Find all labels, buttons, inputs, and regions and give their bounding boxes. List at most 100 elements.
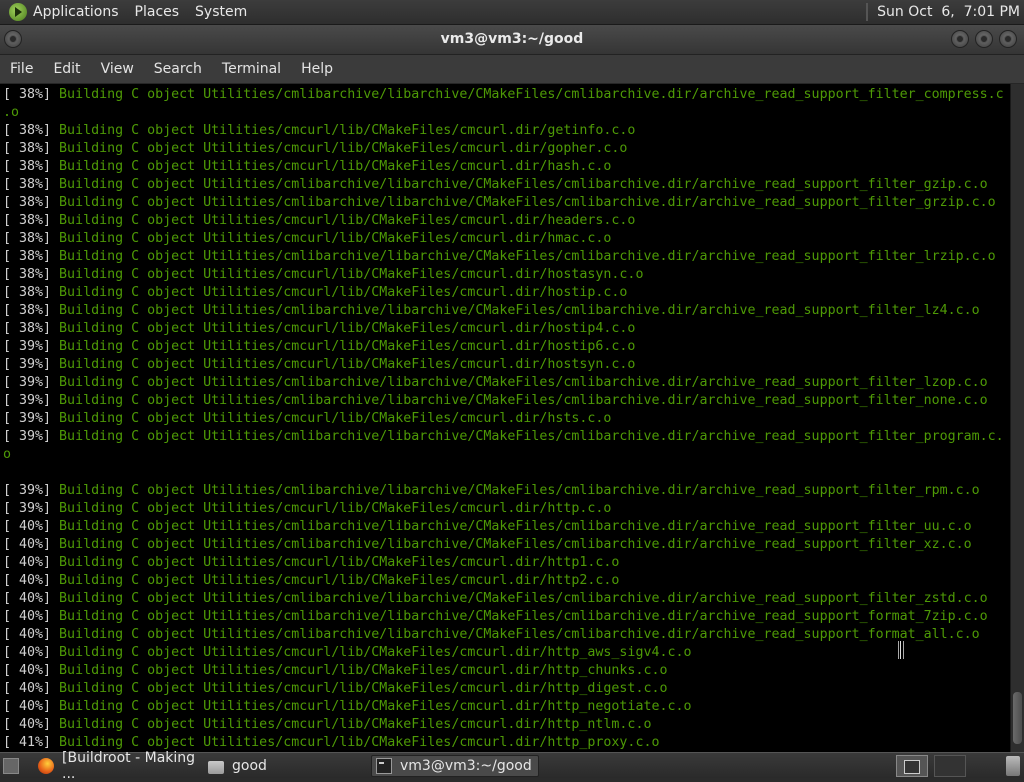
firefox-icon — [38, 758, 54, 774]
show-desktop-button[interactable] — [3, 755, 25, 777]
terminal-output[interactable]: [ 38%] Building C object Utilities/cmlib… — [0, 84, 1010, 752]
terminal-line: [ 40%] Building C object Utilities/cmcur… — [3, 554, 1010, 572]
window-titlebar[interactable]: vm3@vm3:~/good — [0, 25, 1024, 55]
build-percent: [ 38%] — [3, 87, 52, 102]
menu-terminal[interactable]: Terminal — [222, 61, 281, 77]
workspace-1[interactable] — [896, 755, 928, 777]
menu-system[interactable]: System — [195, 4, 247, 20]
build-percent: [ 39%] — [3, 375, 52, 390]
build-percent: [ 38%] — [3, 195, 52, 210]
workspace-2[interactable] — [934, 755, 966, 777]
menu-edit[interactable]: Edit — [53, 61, 80, 77]
line-continuation: .o — [3, 105, 20, 120]
terminal-line: [ 38%] Building C object Utilities/cmlib… — [3, 86, 1010, 104]
build-percent: [ 38%] — [3, 303, 52, 318]
build-percent: [ 39%] — [3, 411, 52, 426]
build-message: Building C object Utilities/cmcurl/lib/C… — [51, 357, 636, 372]
terminal-line: [ 38%] Building C object Utilities/cmcur… — [3, 212, 1010, 230]
trash-icon[interactable] — [1006, 756, 1020, 776]
terminal-line: [ 40%] Building C object Utilities/cmcur… — [3, 680, 1010, 698]
menu-search[interactable]: Search — [154, 61, 202, 77]
terminal-line: [ 40%] Building C object Utilities/cmcur… — [3, 644, 1010, 662]
build-percent: [ 39%] — [3, 429, 52, 444]
terminal-line: [ 40%] Building C object Utilities/cmlib… — [3, 590, 1010, 608]
task-label: [Buildroot - Making ... — [62, 750, 196, 782]
build-message: Building C object Utilities/cmcurl/lib/C… — [51, 339, 636, 354]
build-message: Building C object Utilities/cmlibarchive… — [51, 429, 1004, 444]
menu-file[interactable]: File — [10, 61, 33, 77]
task-folder[interactable]: good — [206, 755, 366, 777]
workspace-window-preview — [904, 760, 920, 774]
task-label: vm3@vm3:~/good — [400, 758, 532, 774]
menu-view[interactable]: View — [101, 61, 134, 77]
maximize-button[interactable] — [975, 30, 993, 48]
gnome-logo-icon[interactable] — [9, 3, 27, 21]
task-firefox[interactable]: [Buildroot - Making ... — [36, 750, 202, 782]
build-percent: [ 39%] — [3, 483, 52, 498]
build-percent: [ 40%] — [3, 537, 52, 552]
build-percent: [ 38%] — [3, 249, 52, 264]
terminal-line: [ 40%] Building C object Utilities/cmlib… — [3, 626, 1010, 644]
build-percent: [ 40%] — [3, 519, 52, 534]
terminal-line: [ 40%] Building C object Utilities/cmcur… — [3, 698, 1010, 716]
task-label: good — [232, 758, 267, 774]
terminal-line: [ 39%] Building C object Utilities/cmlib… — [3, 374, 1010, 392]
terminal-line: [ 38%] Building C object Utilities/cmcur… — [3, 284, 1010, 302]
build-message: Building C object Utilities/cmcurl/lib/C… — [51, 321, 636, 336]
terminal-line: .o — [3, 104, 1010, 122]
build-message: Building C object Utilities/cmlibarchive… — [51, 177, 988, 192]
menu-applications[interactable]: Applications — [33, 4, 119, 20]
build-percent: [ 40%] — [3, 555, 52, 570]
menubar: File Edit View Search Terminal Help — [0, 55, 1024, 84]
terminal-line: [ 39%] Building C object Utilities/cmlib… — [3, 392, 1010, 410]
build-percent: [ 38%] — [3, 321, 52, 336]
build-message: Building C object Utilities/cmcurl/lib/C… — [51, 555, 620, 570]
terminal-line: [ 39%] Building C object Utilities/cmcur… — [3, 410, 1010, 428]
terminal-line: [ 38%] Building C object Utilities/cmlib… — [3, 194, 1010, 212]
build-percent: [ 38%] — [3, 285, 52, 300]
build-percent: [ 39%] — [3, 501, 52, 516]
build-message: Building C object Utilities/cmcurl/lib/C… — [51, 735, 660, 750]
task-terminal[interactable]: vm3@vm3:~/good — [371, 755, 539, 777]
build-message: Building C object Utilities/cmcurl/lib/C… — [51, 231, 612, 246]
minimize-button[interactable] — [951, 30, 969, 48]
build-message: Building C object Utilities/cmlibarchive… — [51, 195, 996, 210]
panel-separator — [866, 3, 869, 21]
terminal-line: [ 40%] Building C object Utilities/cmcur… — [3, 662, 1010, 680]
build-message: Building C object Utilities/cmlibarchive… — [51, 591, 988, 606]
build-percent: [ 40%] — [3, 663, 52, 678]
menu-places[interactable]: Places — [135, 4, 180, 20]
terminal-line: [ 38%] Building C object Utilities/cmcur… — [3, 230, 1010, 248]
window-title: vm3@vm3:~/good — [440, 31, 584, 47]
clock[interactable]: Sun Oct 6, 7:01 PM — [877, 4, 1020, 20]
build-percent: [ 41%] — [3, 735, 52, 750]
build-percent: [ 38%] — [3, 267, 52, 282]
build-message: Building C object Utilities/cmlibarchive… — [51, 537, 972, 552]
terminal-line: [ 39%] Building C object Utilities/cmcur… — [3, 500, 1010, 518]
build-message: Building C object Utilities/cmcurl/lib/C… — [51, 159, 612, 174]
build-message: Building C object Utilities/cmcurl/lib/C… — [51, 141, 628, 156]
build-message: Building C object Utilities/cmlibarchive… — [51, 627, 980, 642]
build-percent: [ 39%] — [3, 357, 52, 372]
close-button[interactable] — [999, 30, 1017, 48]
build-percent: [ 40%] — [3, 627, 52, 642]
build-message: Building C object Utilities/cmlibarchive… — [51, 375, 988, 390]
menu-help[interactable]: Help — [301, 61, 333, 77]
terminal-line: [ 40%] Building C object Utilities/cmcur… — [3, 716, 1010, 734]
build-percent: [ 38%] — [3, 213, 52, 228]
scrollbar-thumb[interactable] — [1013, 692, 1022, 744]
build-message: Building C object Utilities/cmcurl/lib/C… — [51, 501, 612, 516]
terminal-line: [ 39%] Building C object Utilities/cmcur… — [3, 338, 1010, 356]
terminal-line: [ 38%] Building C object Utilities/cmcur… — [3, 122, 1010, 140]
terminal-line: [ 40%] Building C object Utilities/cmcur… — [3, 572, 1010, 590]
bottom-taskbar: [Buildroot - Making ... good vm3@vm3:~/g… — [0, 750, 1024, 782]
build-percent: [ 40%] — [3, 591, 52, 606]
terminal-scrollbar[interactable] — [1010, 84, 1024, 752]
build-message: Building C object Utilities/cmlibarchive… — [51, 393, 988, 408]
terminal-line: [ 38%] Building C object Utilities/cmlib… — [3, 248, 1010, 266]
build-message: Building C object Utilities/cmcurl/lib/C… — [51, 717, 652, 732]
terminal-line: [ 39%] Building C object Utilities/cmcur… — [3, 356, 1010, 374]
build-percent: [ 40%] — [3, 717, 52, 732]
line-continuation: o — [3, 447, 12, 462]
build-message: Building C object Utilities/cmlibarchive… — [51, 609, 988, 624]
